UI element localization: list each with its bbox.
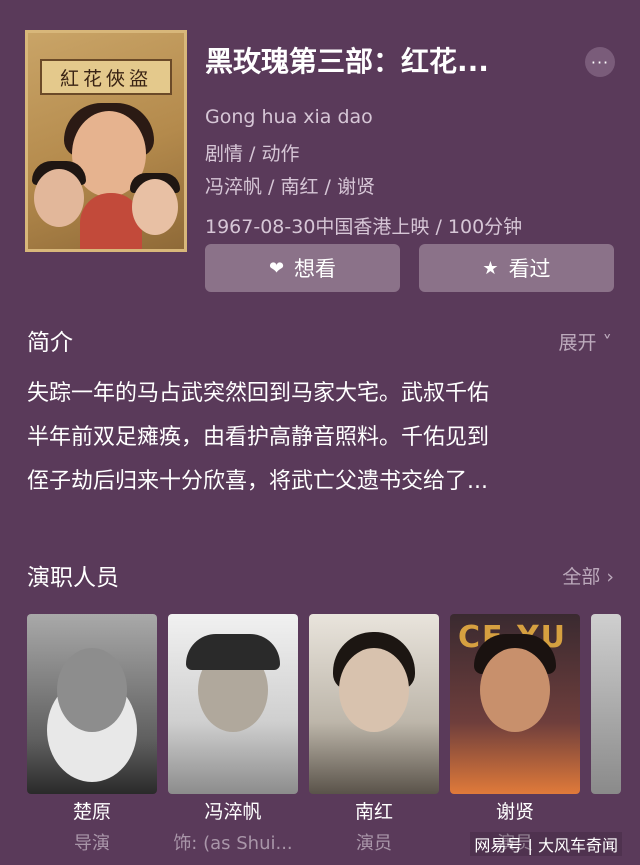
cast-name[interactable]: 谢贤 <box>450 797 580 824</box>
synopsis[interactable]: 失踪一年的马占武突然回到马家大宅。武叔千佑 半年前双足瘫痪，由看护高静音照料。千… <box>27 372 617 504</box>
cast-name[interactable]: 冯淬帆 <box>168 797 298 824</box>
poster-banner: 紅花俠盜 <box>40 59 172 95</box>
cast-name[interactable]: 南红 <box>309 797 439 824</box>
intro-heading: 简介 <box>27 330 73 356</box>
movie-poster[interactable]: 紅花俠盜 <box>25 30 187 252</box>
cast-role: 饰: (as Shui... <box>173 833 293 854</box>
cast-line: 冯淬帆 / 南红 / 谢贤 <box>205 176 375 198</box>
movie-title: 黑玫瑰第三部：红花... <box>205 45 489 78</box>
release-info: 1967-08-30中国香港上映 / 100分钟 <box>205 216 523 238</box>
cast-photo[interactable] <box>168 614 298 794</box>
synopsis-line: 半年前双足瘫痪，由看护高静音照料。千佑见到 <box>27 425 490 450</box>
heart-icon: ❤ <box>268 257 285 279</box>
all-cast-link[interactable]: 全部 › <box>562 562 614 589</box>
cast-photo-figure <box>339 648 409 732</box>
cast-role: 演员 <box>356 833 392 854</box>
synopsis-line: 失踪一年的马占武突然回到马家大宅。武叔千佑 <box>27 381 490 406</box>
more-icon[interactable]: ··· <box>585 47 615 77</box>
cast-name[interactable]: 楚原 <box>27 797 157 824</box>
want-to-watch-button[interactable]: ❤ 想看 <box>205 244 400 292</box>
cast-photo[interactable]: CE YU <box>450 614 580 794</box>
want-label: 想看 <box>294 257 337 281</box>
genres: 剧情 / 动作 <box>205 143 300 165</box>
cast-photo-hat <box>186 634 280 670</box>
star-icon: ★ <box>482 257 499 279</box>
seen-label: 看过 <box>508 257 551 281</box>
cast-photo-partial[interactable] <box>591 614 621 794</box>
original-title: Gong hua xia dao <box>205 106 373 128</box>
cast-role: 导演 <box>74 833 110 854</box>
cast-photo-figure <box>57 648 127 732</box>
watermark: 网易号 | 大风车奇闻 <box>470 832 622 856</box>
synopsis-line: 侄子劫后归来十分欣喜，将武亡父遗书交给了... <box>27 469 488 494</box>
cast-heading: 演职人员 <box>27 565 119 591</box>
cast-photo[interactable] <box>309 614 439 794</box>
poster-figure-right-face <box>132 179 178 235</box>
watched-button[interactable]: ★ 看过 <box>419 244 614 292</box>
cast-photo-figure <box>480 648 550 732</box>
expand-link[interactable]: 展开 ˅ <box>558 328 612 355</box>
cast-photo[interactable] <box>27 614 157 794</box>
poster-figure-left-face <box>34 169 84 227</box>
